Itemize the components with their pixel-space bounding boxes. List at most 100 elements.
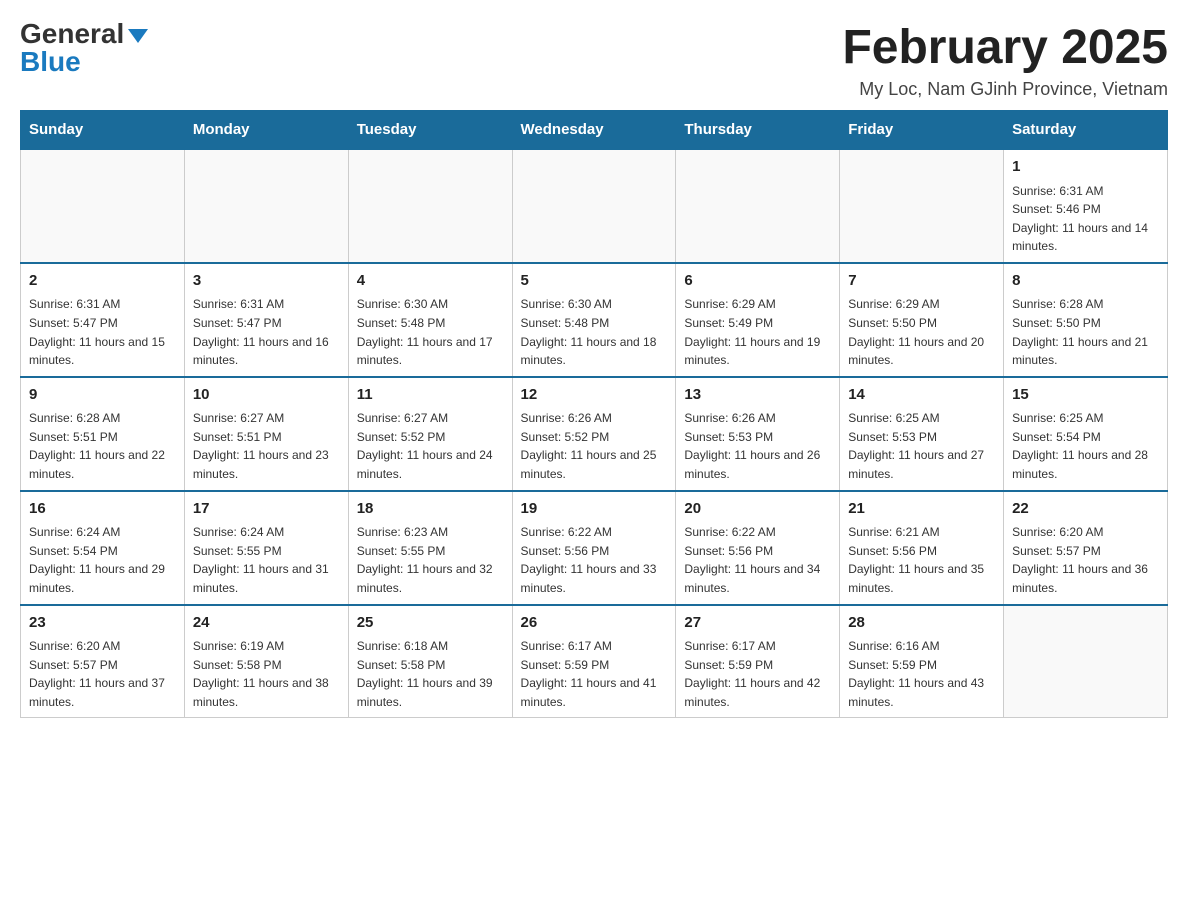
day-sun-info: Sunrise: 6:31 AMSunset: 5:47 PMDaylight:… [29, 295, 176, 369]
calendar-day-cell: 12Sunrise: 6:26 AMSunset: 5:52 PMDayligh… [512, 377, 676, 491]
calendar-day-cell: 8Sunrise: 6:28 AMSunset: 5:50 PMDaylight… [1004, 263, 1168, 377]
calendar-day-cell: 21Sunrise: 6:21 AMSunset: 5:56 PMDayligh… [840, 491, 1004, 605]
day-of-week-header: Tuesday [348, 111, 512, 150]
calendar-day-cell: 13Sunrise: 6:26 AMSunset: 5:53 PMDayligh… [676, 377, 840, 491]
calendar-day-cell: 11Sunrise: 6:27 AMSunset: 5:52 PMDayligh… [348, 377, 512, 491]
logo-blue-text: Blue [20, 48, 81, 76]
calendar-week-row: 9Sunrise: 6:28 AMSunset: 5:51 PMDaylight… [21, 377, 1168, 491]
calendar-day-cell: 19Sunrise: 6:22 AMSunset: 5:56 PMDayligh… [512, 491, 676, 605]
day-of-week-header: Wednesday [512, 111, 676, 150]
day-sun-info: Sunrise: 6:22 AMSunset: 5:56 PMDaylight:… [521, 523, 668, 597]
day-sun-info: Sunrise: 6:24 AMSunset: 5:55 PMDaylight:… [193, 523, 340, 597]
calendar-day-cell: 17Sunrise: 6:24 AMSunset: 5:55 PMDayligh… [184, 491, 348, 605]
calendar-day-cell: 16Sunrise: 6:24 AMSunset: 5:54 PMDayligh… [21, 491, 185, 605]
day-sun-info: Sunrise: 6:28 AMSunset: 5:50 PMDaylight:… [1012, 295, 1159, 369]
calendar-day-cell: 4Sunrise: 6:30 AMSunset: 5:48 PMDaylight… [348, 263, 512, 377]
day-number: 2 [29, 270, 176, 293]
day-sun-info: Sunrise: 6:27 AMSunset: 5:52 PMDaylight:… [357, 409, 504, 483]
day-number: 23 [29, 612, 176, 635]
day-of-week-header: Friday [840, 111, 1004, 150]
calendar-day-cell [21, 149, 185, 263]
day-of-week-header: Thursday [676, 111, 840, 150]
day-sun-info: Sunrise: 6:29 AMSunset: 5:50 PMDaylight:… [848, 295, 995, 369]
days-of-week-row: SundayMondayTuesdayWednesdayThursdayFrid… [21, 111, 1168, 150]
calendar-day-cell: 2Sunrise: 6:31 AMSunset: 5:47 PMDaylight… [21, 263, 185, 377]
day-sun-info: Sunrise: 6:31 AMSunset: 5:47 PMDaylight:… [193, 295, 340, 369]
day-sun-info: Sunrise: 6:17 AMSunset: 5:59 PMDaylight:… [684, 637, 831, 711]
calendar-day-cell [840, 149, 1004, 263]
calendar-day-cell: 10Sunrise: 6:27 AMSunset: 5:51 PMDayligh… [184, 377, 348, 491]
day-of-week-header: Sunday [21, 111, 185, 150]
day-sun-info: Sunrise: 6:27 AMSunset: 5:51 PMDaylight:… [193, 409, 340, 483]
calendar-day-cell [512, 149, 676, 263]
calendar-body: 1Sunrise: 6:31 AMSunset: 5:46 PMDaylight… [21, 149, 1168, 718]
calendar-day-cell: 5Sunrise: 6:30 AMSunset: 5:48 PMDaylight… [512, 263, 676, 377]
day-sun-info: Sunrise: 6:31 AMSunset: 5:46 PMDaylight:… [1012, 182, 1159, 256]
day-number: 22 [1012, 498, 1159, 521]
day-number: 6 [684, 270, 831, 293]
day-number: 13 [684, 384, 831, 407]
day-sun-info: Sunrise: 6:22 AMSunset: 5:56 PMDaylight:… [684, 523, 831, 597]
day-sun-info: Sunrise: 6:25 AMSunset: 5:53 PMDaylight:… [848, 409, 995, 483]
calendar-day-cell: 27Sunrise: 6:17 AMSunset: 5:59 PMDayligh… [676, 605, 840, 718]
day-sun-info: Sunrise: 6:23 AMSunset: 5:55 PMDaylight:… [357, 523, 504, 597]
day-number: 25 [357, 612, 504, 635]
calendar-week-row: 23Sunrise: 6:20 AMSunset: 5:57 PMDayligh… [21, 605, 1168, 718]
day-number: 19 [521, 498, 668, 521]
day-number: 28 [848, 612, 995, 635]
day-sun-info: Sunrise: 6:20 AMSunset: 5:57 PMDaylight:… [29, 637, 176, 711]
day-sun-info: Sunrise: 6:28 AMSunset: 5:51 PMDaylight:… [29, 409, 176, 483]
calendar-header: SundayMondayTuesdayWednesdayThursdayFrid… [21, 111, 1168, 150]
day-sun-info: Sunrise: 6:18 AMSunset: 5:58 PMDaylight:… [357, 637, 504, 711]
day-number: 21 [848, 498, 995, 521]
calendar-week-row: 1Sunrise: 6:31 AMSunset: 5:46 PMDaylight… [21, 149, 1168, 263]
calendar-day-cell [676, 149, 840, 263]
calendar-day-cell [348, 149, 512, 263]
logo: General Blue [20, 20, 148, 76]
day-number: 24 [193, 612, 340, 635]
day-sun-info: Sunrise: 6:30 AMSunset: 5:48 PMDaylight:… [521, 295, 668, 369]
calendar-day-cell: 28Sunrise: 6:16 AMSunset: 5:59 PMDayligh… [840, 605, 1004, 718]
day-number: 9 [29, 384, 176, 407]
day-number: 26 [521, 612, 668, 635]
day-number: 17 [193, 498, 340, 521]
calendar-day-cell [184, 149, 348, 263]
day-number: 5 [521, 270, 668, 293]
day-number: 15 [1012, 384, 1159, 407]
day-sun-info: Sunrise: 6:20 AMSunset: 5:57 PMDaylight:… [1012, 523, 1159, 597]
calendar-week-row: 2Sunrise: 6:31 AMSunset: 5:47 PMDaylight… [21, 263, 1168, 377]
title-block: February 2025 My Loc, Nam GJinh Province… [842, 20, 1168, 100]
calendar-day-cell: 25Sunrise: 6:18 AMSunset: 5:58 PMDayligh… [348, 605, 512, 718]
location-subtitle: My Loc, Nam GJinh Province, Vietnam [842, 79, 1168, 100]
day-sun-info: Sunrise: 6:26 AMSunset: 5:52 PMDaylight:… [521, 409, 668, 483]
day-number: 3 [193, 270, 340, 293]
calendar-day-cell: 14Sunrise: 6:25 AMSunset: 5:53 PMDayligh… [840, 377, 1004, 491]
day-sun-info: Sunrise: 6:17 AMSunset: 5:59 PMDaylight:… [521, 637, 668, 711]
day-number: 4 [357, 270, 504, 293]
calendar-day-cell: 22Sunrise: 6:20 AMSunset: 5:57 PMDayligh… [1004, 491, 1168, 605]
day-number: 11 [357, 384, 504, 407]
day-number: 27 [684, 612, 831, 635]
month-title: February 2025 [842, 20, 1168, 75]
calendar-day-cell: 6Sunrise: 6:29 AMSunset: 5:49 PMDaylight… [676, 263, 840, 377]
logo-triangle-icon [128, 29, 148, 43]
day-number: 10 [193, 384, 340, 407]
calendar-day-cell: 9Sunrise: 6:28 AMSunset: 5:51 PMDaylight… [21, 377, 185, 491]
day-number: 16 [29, 498, 176, 521]
calendar-table: SundayMondayTuesdayWednesdayThursdayFrid… [20, 110, 1168, 718]
calendar-day-cell: 3Sunrise: 6:31 AMSunset: 5:47 PMDaylight… [184, 263, 348, 377]
calendar-day-cell: 15Sunrise: 6:25 AMSunset: 5:54 PMDayligh… [1004, 377, 1168, 491]
calendar-day-cell: 20Sunrise: 6:22 AMSunset: 5:56 PMDayligh… [676, 491, 840, 605]
calendar-day-cell: 1Sunrise: 6:31 AMSunset: 5:46 PMDaylight… [1004, 149, 1168, 263]
day-number: 7 [848, 270, 995, 293]
day-sun-info: Sunrise: 6:30 AMSunset: 5:48 PMDaylight:… [357, 295, 504, 369]
day-sun-info: Sunrise: 6:24 AMSunset: 5:54 PMDaylight:… [29, 523, 176, 597]
day-sun-info: Sunrise: 6:16 AMSunset: 5:59 PMDaylight:… [848, 637, 995, 711]
logo-general-text: General [20, 20, 148, 48]
calendar-day-cell: 7Sunrise: 6:29 AMSunset: 5:50 PMDaylight… [840, 263, 1004, 377]
day-of-week-header: Monday [184, 111, 348, 150]
page-header: General Blue February 2025 My Loc, Nam G… [20, 20, 1168, 100]
day-sun-info: Sunrise: 6:26 AMSunset: 5:53 PMDaylight:… [684, 409, 831, 483]
day-number: 14 [848, 384, 995, 407]
day-number: 18 [357, 498, 504, 521]
